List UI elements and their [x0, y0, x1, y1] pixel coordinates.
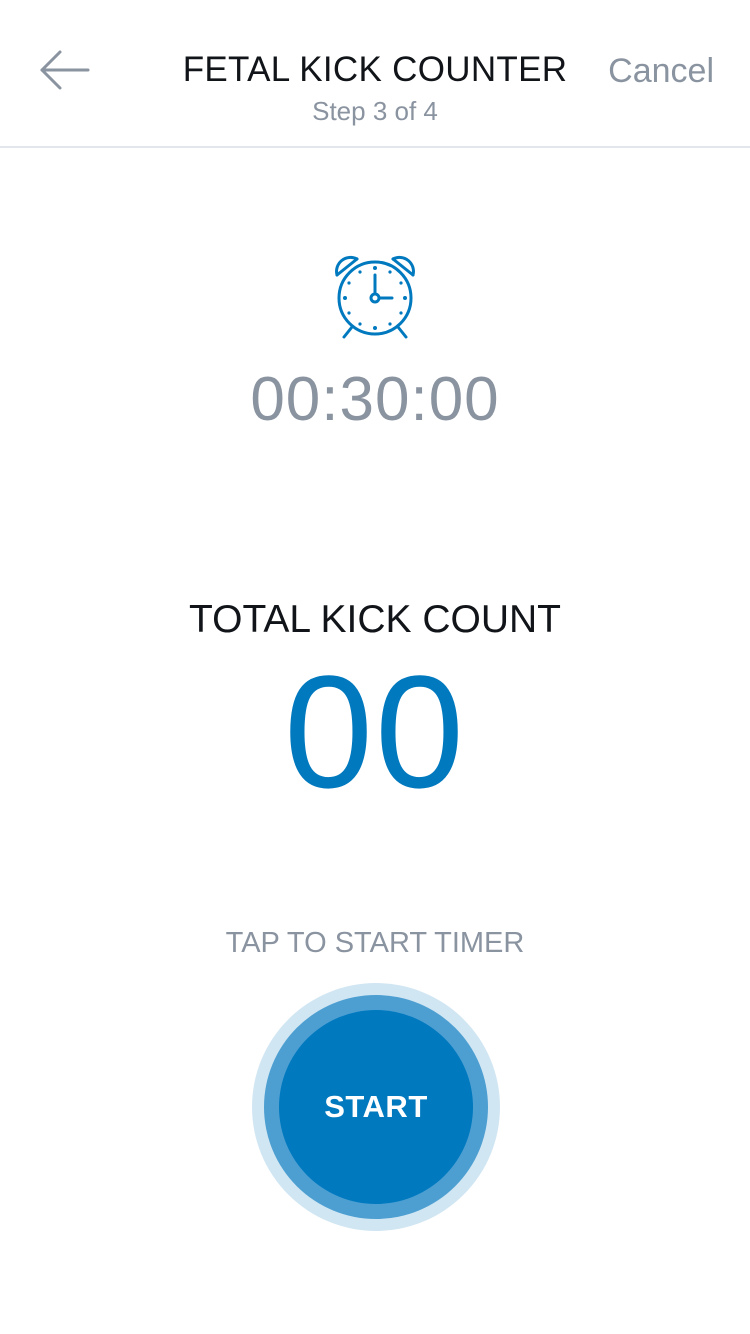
- kick-count-label: TOTAL KICK COUNT: [189, 598, 561, 641]
- timer-display: 00:30:00: [250, 365, 500, 434]
- start-hint: TAP TO START TIMER: [225, 927, 525, 959]
- kick-count-value: 00: [284, 642, 466, 821]
- alarm-clock-icon: [335, 255, 415, 339]
- cancel-button[interactable]: Cancel: [608, 52, 714, 91]
- header-bar: FETAL KICK COUNTER Step 3 of 4 Cancel: [0, 0, 750, 148]
- start-button[interactable]: START: [279, 1010, 473, 1204]
- step-indicator: Step 3 of 4: [312, 96, 438, 126]
- timer-icon-wrap: [330, 253, 420, 343]
